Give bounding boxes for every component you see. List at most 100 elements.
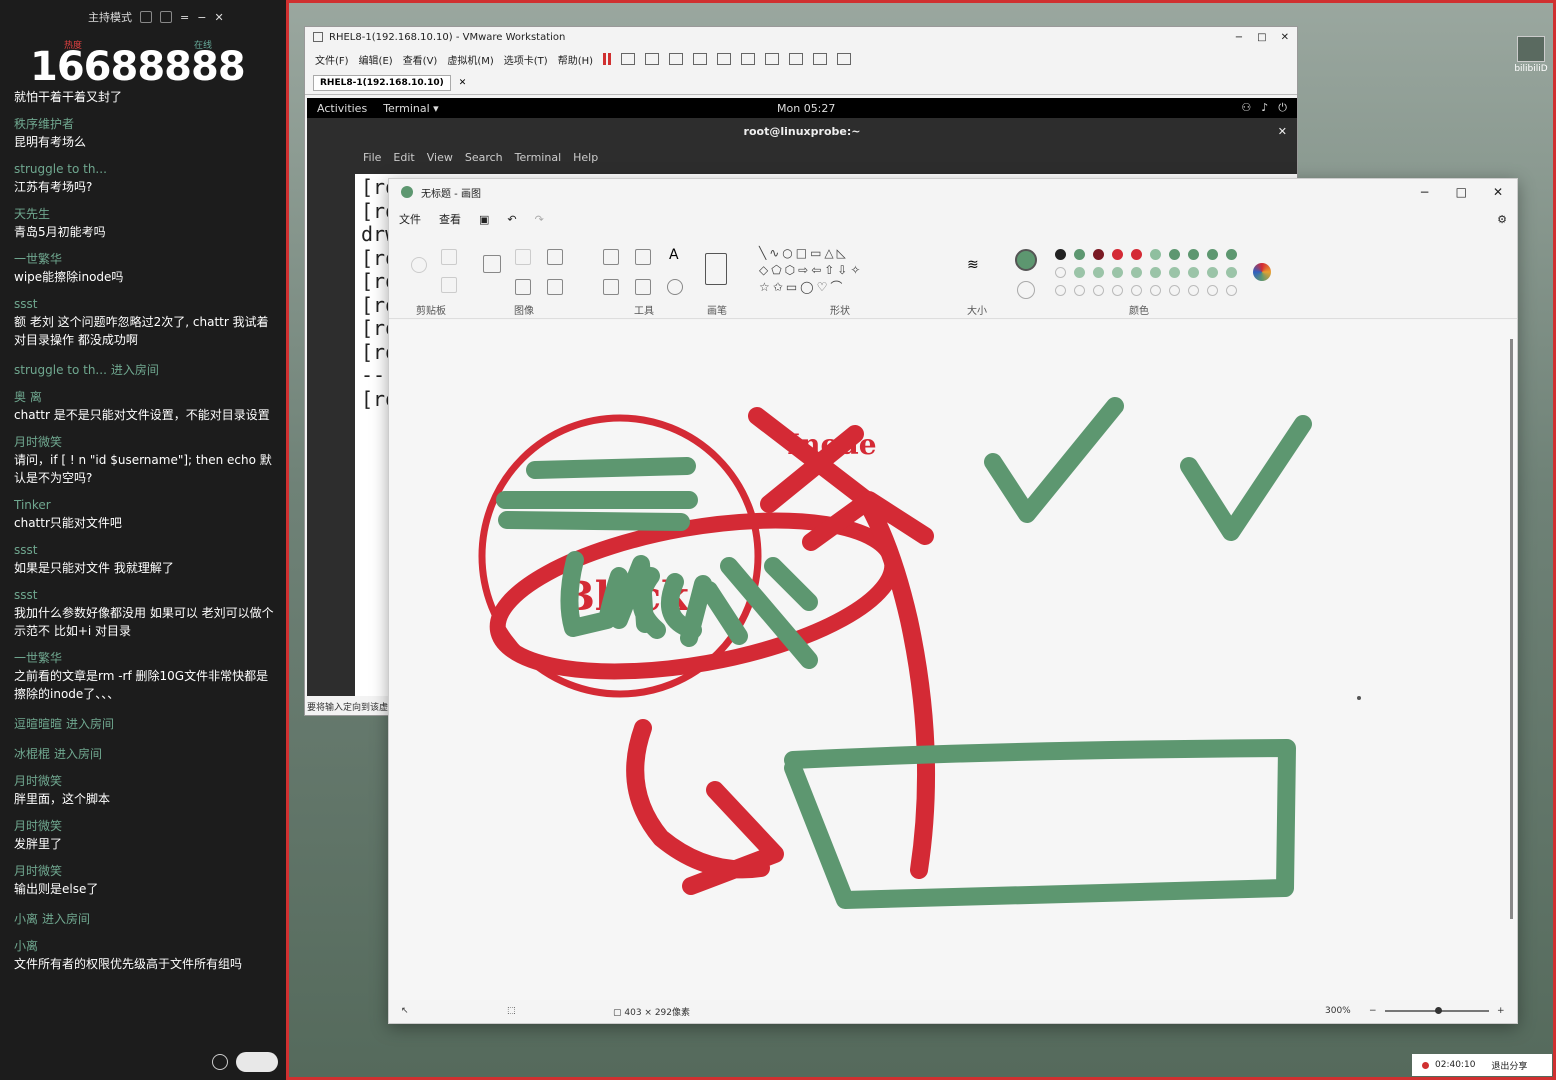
color-swatch[interactable] bbox=[1131, 285, 1142, 296]
color-swatch[interactable] bbox=[1226, 285, 1237, 296]
chat-username[interactable]: ssst bbox=[14, 296, 274, 313]
flip-icon[interactable] bbox=[547, 279, 563, 295]
zoom-slider-knob[interactable] bbox=[1435, 1007, 1442, 1014]
select-icon[interactable] bbox=[483, 255, 501, 273]
color-swatch[interactable] bbox=[1188, 267, 1199, 278]
terminal-menu-edit[interactable]: Edit bbox=[393, 151, 414, 164]
color-swatch[interactable] bbox=[1207, 285, 1218, 296]
revert-snapshot-icon[interactable] bbox=[669, 53, 684, 65]
secondary-color[interactable] bbox=[1017, 281, 1035, 299]
close-icon[interactable]: ✕ bbox=[214, 11, 223, 24]
color-swatch[interactable] bbox=[1169, 249, 1180, 260]
pin-icon[interactable]: − bbox=[197, 11, 206, 24]
menu-vm[interactable]: 虚拟机(M) bbox=[447, 52, 493, 67]
resize-icon[interactable] bbox=[547, 249, 563, 265]
color-swatch[interactable] bbox=[1055, 267, 1066, 278]
color-swatch[interactable] bbox=[1188, 285, 1199, 296]
tab-close-icon[interactable]: ✕ bbox=[459, 78, 467, 88]
unity-icon[interactable] bbox=[789, 53, 804, 65]
chat-username[interactable]: 奥 离 bbox=[14, 389, 274, 406]
eraser-icon[interactable] bbox=[603, 279, 619, 295]
window-icon[interactable] bbox=[140, 11, 152, 23]
settings-icon[interactable] bbox=[160, 11, 172, 23]
terminal-menu-help[interactable]: Help bbox=[573, 151, 598, 164]
terminal-menu-file[interactable]: File bbox=[363, 151, 381, 164]
network-icon[interactable]: ⚇ bbox=[1241, 101, 1251, 115]
menu-help[interactable]: 帮助(H) bbox=[558, 52, 593, 67]
manage-snapshot-icon[interactable] bbox=[693, 53, 708, 65]
fullscreen-icon[interactable] bbox=[765, 53, 780, 65]
terminal-menu-terminal[interactable]: Terminal bbox=[515, 151, 562, 164]
primary-color[interactable] bbox=[1015, 249, 1037, 271]
paint-minimize-button[interactable]: − bbox=[1420, 185, 1430, 199]
color-swatch[interactable] bbox=[1150, 285, 1161, 296]
color-swatch[interactable] bbox=[1226, 249, 1237, 260]
shapes-gallery[interactable]: ╲∿○□▭△◺ ◇⬠⬡⇨⇦⇧⇩✧ ☆✩▭◯♡⌒ bbox=[759, 245, 863, 296]
menu-file[interactable]: 文件(F) bbox=[315, 52, 349, 67]
console-icon[interactable] bbox=[813, 53, 828, 65]
terminal-menu-search[interactable]: Search bbox=[465, 151, 503, 164]
paint-close-button[interactable]: ✕ bbox=[1493, 185, 1503, 199]
size-icon[interactable]: ≋ bbox=[967, 257, 979, 273]
color-swatch[interactable] bbox=[1150, 249, 1161, 260]
color-swatch[interactable] bbox=[1226, 267, 1237, 278]
color-swatch[interactable] bbox=[1093, 285, 1104, 296]
chat-username[interactable]: 月时微笑 bbox=[14, 434, 274, 451]
color-swatch[interactable] bbox=[1074, 267, 1085, 278]
chat-username[interactable]: 冰棍棍 bbox=[14, 747, 50, 761]
color-swatch[interactable] bbox=[1074, 285, 1085, 296]
rotate-icon[interactable] bbox=[515, 279, 531, 295]
undo-icon[interactable]: ↶ bbox=[507, 213, 516, 226]
color-picker-icon[interactable] bbox=[635, 279, 651, 295]
redo-icon[interactable]: ↷ bbox=[535, 213, 544, 226]
zoom-slider[interactable] bbox=[1385, 1007, 1489, 1014]
color-swatch[interactable] bbox=[1074, 249, 1085, 260]
color-swatch[interactable] bbox=[1150, 267, 1161, 278]
paint-scrollbar[interactable] bbox=[1510, 339, 1513, 919]
chat-username[interactable]: 天先生 bbox=[14, 206, 274, 223]
minimize-icon[interactable]: = bbox=[180, 11, 189, 24]
menu-view[interactable]: 查看(V) bbox=[403, 52, 438, 67]
maximize-button[interactable]: □ bbox=[1257, 32, 1266, 43]
color-swatch[interactable] bbox=[1169, 267, 1180, 278]
stretch-icon[interactable] bbox=[837, 53, 852, 65]
chat-username[interactable]: ssst bbox=[14, 587, 274, 604]
paint-menu-view[interactable]: 查看 bbox=[439, 211, 461, 227]
paint-canvas[interactable]: Inode Block bbox=[389, 320, 1517, 1000]
chat-username[interactable]: struggle to th... bbox=[14, 161, 274, 178]
chat-username[interactable]: ssst bbox=[14, 542, 274, 559]
menu-edit[interactable]: 编辑(E) bbox=[359, 52, 393, 67]
send-keys-icon[interactable] bbox=[621, 53, 636, 65]
terminal-menu-view[interactable]: View bbox=[427, 151, 453, 164]
edit-colors-icon[interactable] bbox=[1253, 263, 1271, 281]
chat-username[interactable]: 逗暄暄暄 bbox=[14, 717, 62, 731]
settings-icon[interactable]: ⚙ bbox=[1497, 213, 1507, 226]
menu-tabs[interactable]: 选项卡(T) bbox=[504, 52, 548, 67]
magnifier-icon[interactable] bbox=[667, 279, 683, 295]
save-icon[interactable]: ▣ bbox=[479, 213, 489, 226]
chat-username[interactable]: 秩序维护者 bbox=[14, 116, 274, 133]
zoom-out-icon[interactable]: − bbox=[1369, 1006, 1377, 1016]
emoji-icon[interactable] bbox=[212, 1054, 228, 1070]
chat-username[interactable]: struggle to th... bbox=[14, 363, 107, 377]
power-icon[interactable]: ⏻ bbox=[1278, 101, 1287, 115]
desktop-shortcut[interactable]: bilibiliD bbox=[1514, 36, 1548, 74]
color-swatch[interactable] bbox=[1093, 267, 1104, 278]
volume-icon[interactable]: ♪ bbox=[1261, 101, 1268, 115]
snapshot-icon[interactable] bbox=[645, 53, 660, 65]
color-swatch[interactable] bbox=[1112, 285, 1123, 296]
pencil-icon[interactable] bbox=[603, 249, 619, 265]
close-button[interactable]: ✕ bbox=[1281, 32, 1289, 43]
terminal-close-icon[interactable]: ✕ bbox=[1278, 118, 1287, 146]
paint-maximize-button[interactable]: □ bbox=[1456, 185, 1467, 199]
crop-icon[interactable] bbox=[515, 249, 531, 265]
color-swatch[interactable] bbox=[1112, 267, 1123, 278]
chat-username[interactable]: 月时微笑 bbox=[14, 863, 274, 880]
copy-icon[interactable] bbox=[441, 277, 457, 293]
color-swatch[interactable] bbox=[1112, 249, 1123, 260]
activities-button[interactable]: Activities bbox=[317, 102, 367, 115]
color-swatch[interactable] bbox=[1207, 267, 1218, 278]
color-swatch[interactable] bbox=[1055, 249, 1066, 260]
color-swatch[interactable] bbox=[1093, 249, 1104, 260]
gnome-clock[interactable]: Mon 05:27 bbox=[777, 102, 835, 115]
